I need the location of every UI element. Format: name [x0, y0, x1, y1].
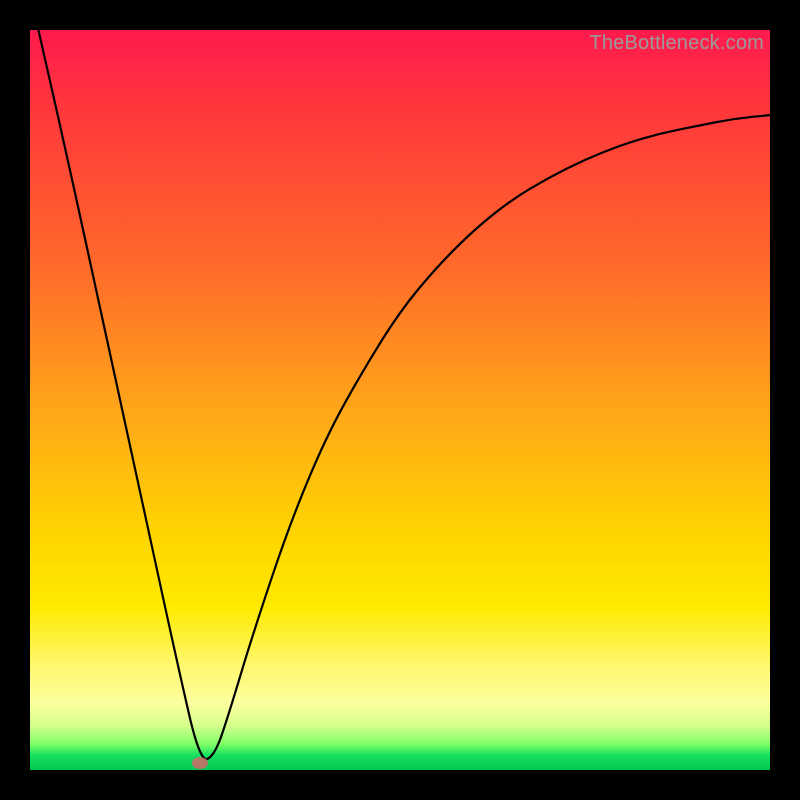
bottleneck-curve — [30, 30, 770, 770]
curve-path — [30, 0, 770, 759]
chart-frame: TheBottleneck.com — [0, 0, 800, 800]
minimum-marker — [192, 757, 208, 769]
plot-area: TheBottleneck.com — [30, 30, 770, 770]
